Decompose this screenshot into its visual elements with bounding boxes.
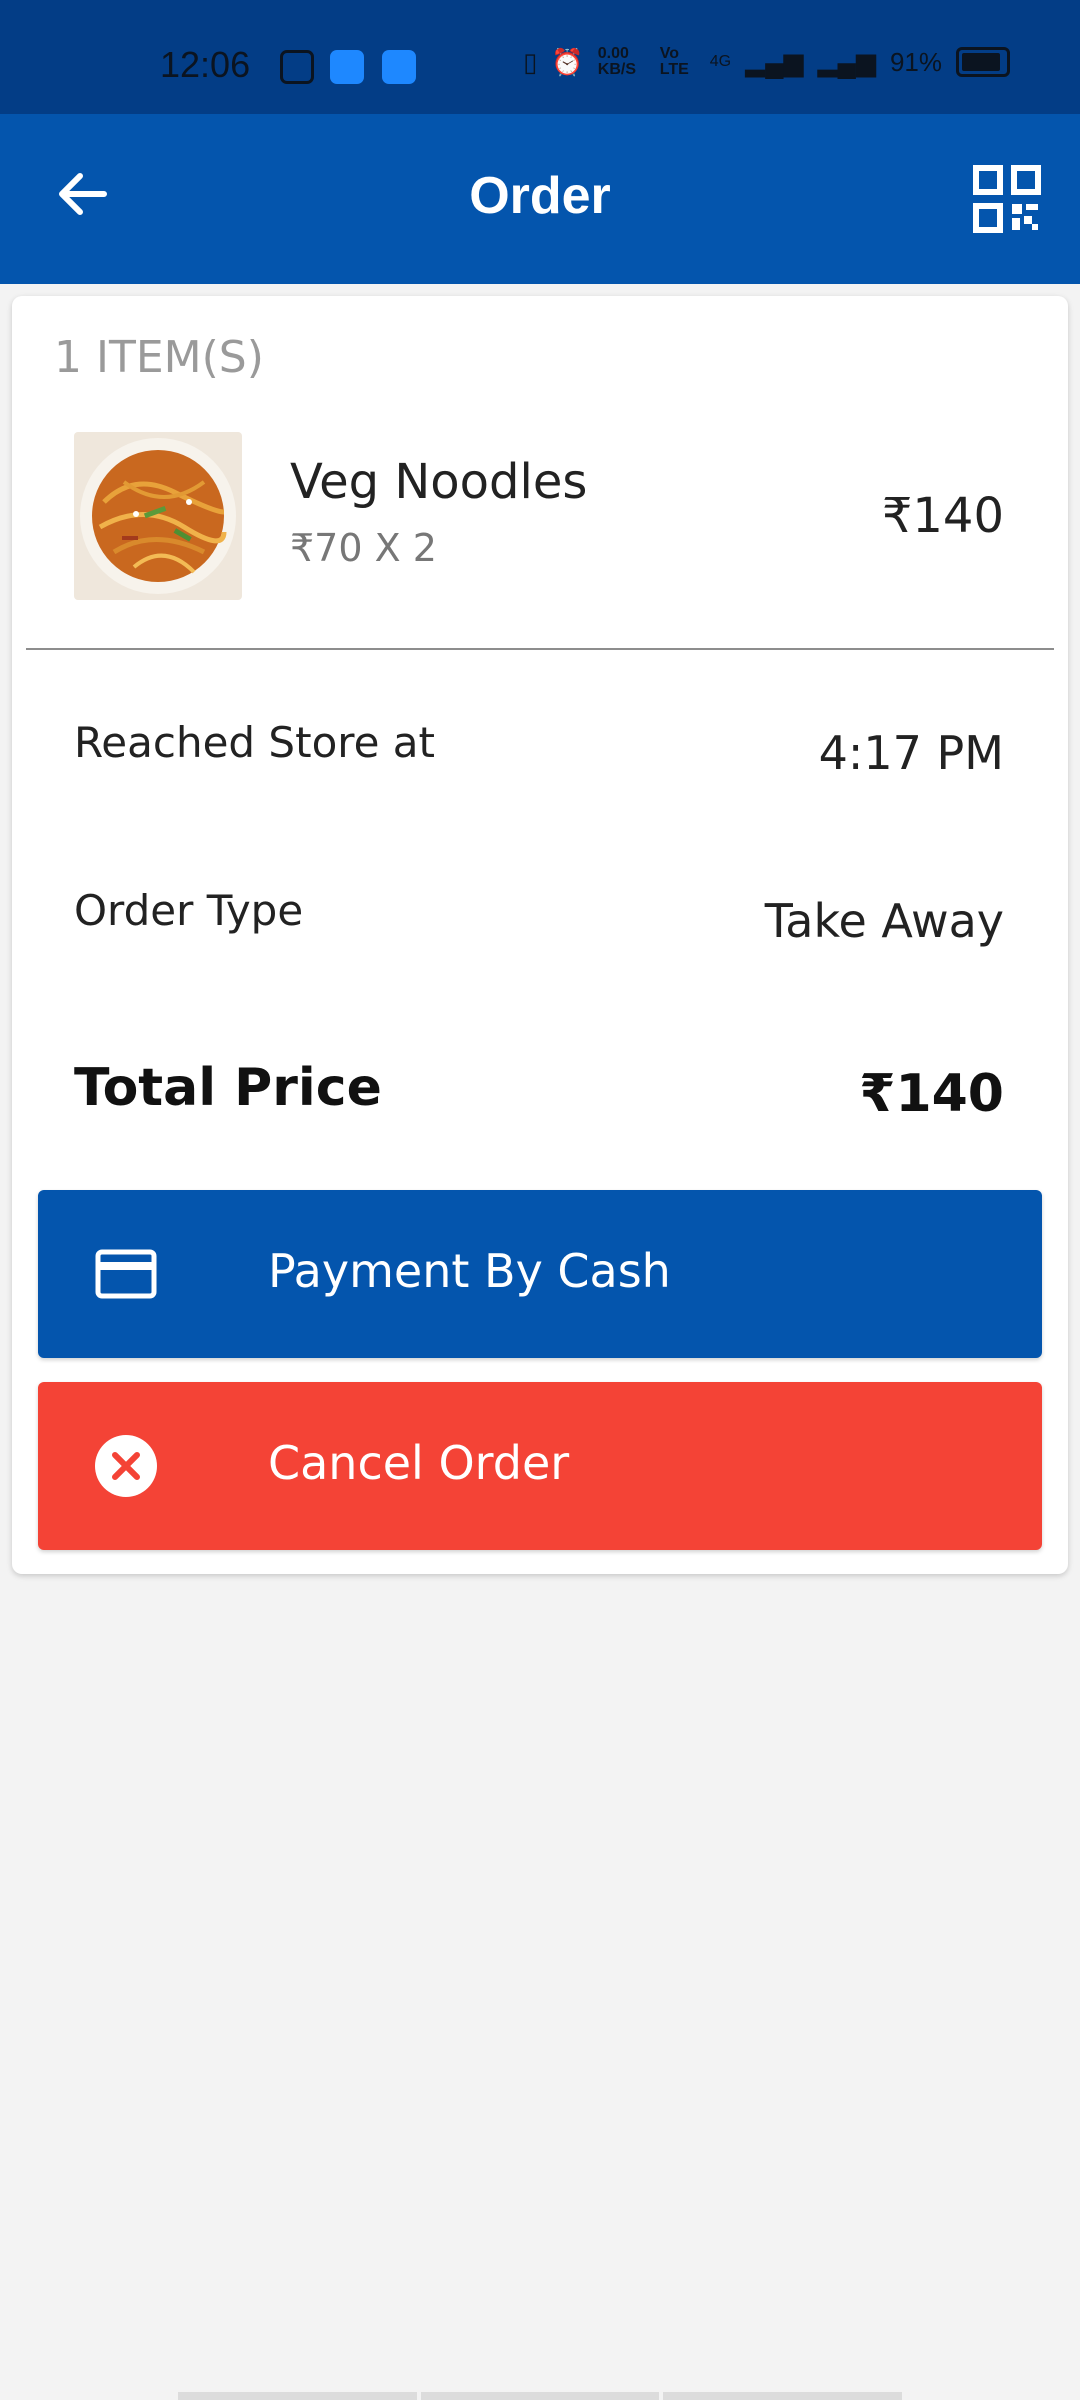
- signal-icon-2: ▂▄▆: [817, 46, 876, 77]
- vibrate-icon: ▯: [523, 46, 538, 77]
- total-price-value: ₹140: [859, 1064, 1004, 1124]
- reached-store-label: Reached Store at: [74, 718, 435, 767]
- status-time: 12:06: [160, 44, 251, 85]
- credit-card-icon: [95, 1249, 157, 1299]
- status-bar: 12:06 ▯ ⏰ 0.00 KB/S Vo LTE 4G ▂▄▆ ▂▄▆ 91…: [0, 0, 1080, 114]
- order-type-value: Take Away: [764, 894, 1004, 948]
- page-title: Order: [469, 167, 611, 225]
- total-price-label: Total Price: [74, 1058, 382, 1118]
- battery-percent: 91%: [889, 46, 942, 77]
- items-count: 1 ITEM(S): [54, 332, 264, 383]
- payment-button-label: Payment By Cash: [268, 1244, 671, 1298]
- app-bar: Order: [0, 114, 1080, 284]
- cancel-button-label: Cancel Order: [268, 1436, 570, 1490]
- item-image: [74, 432, 242, 600]
- notification-grid-icon: [280, 50, 314, 84]
- status-right: ▯ ⏰ 0.00 KB/S Vo LTE 4G ▂▄▆ ▂▄▆ 91%: [523, 46, 1010, 78]
- order-type-label: Order Type: [74, 886, 304, 935]
- signal-icon: ▂▄▆: [745, 46, 804, 77]
- order-card: 1 ITEM(S) Veg Noodles ₹70 X 2 ₹140 Reach…: [12, 296, 1068, 1574]
- item-unit-price-qty: ₹70 X 2: [290, 526, 437, 570]
- volte-indicator: Vo LTE: [659, 45, 689, 78]
- close-circle-icon: [95, 1435, 157, 1497]
- item-name: Veg Noodles: [290, 454, 588, 510]
- network-type: 4G: [709, 53, 732, 70]
- android-notification-icon: [382, 50, 416, 84]
- alarm-icon: ⏰: [551, 46, 584, 77]
- network-speed: 0.00 KB/S: [597, 45, 636, 78]
- reached-store-time: 4:17 PM: [818, 726, 1004, 780]
- divider: [26, 648, 1054, 650]
- cancel-order-button[interactable]: Cancel Order: [38, 1382, 1042, 1550]
- battery-icon: [956, 47, 1010, 77]
- bluetooth-notification-icon: [330, 50, 364, 84]
- navigation-gesture-bar[interactable]: [178, 2392, 903, 2400]
- item-price: ₹140: [881, 488, 1004, 544]
- payment-by-cash-button[interactable]: Payment By Cash: [38, 1190, 1042, 1358]
- qr-code-button[interactable]: [972, 164, 1042, 234]
- qr-code-icon: [973, 165, 1041, 233]
